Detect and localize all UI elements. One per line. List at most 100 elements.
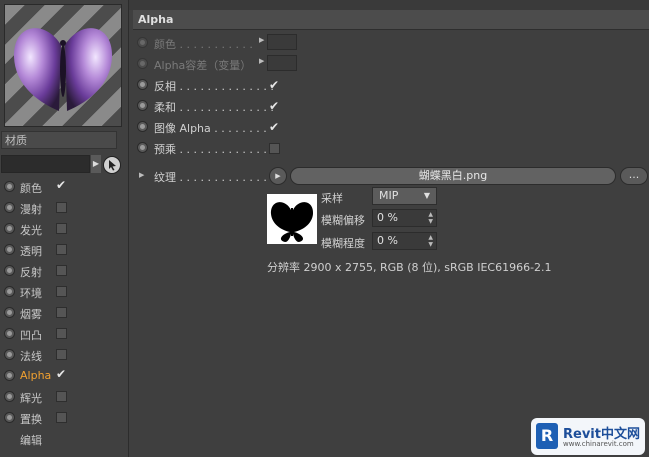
- image-alpha-checkbox[interactable]: ✔: [269, 120, 279, 134]
- picker-cursor-icon[interactable]: [103, 156, 121, 174]
- channel-item-editor[interactable]: 编辑: [0, 429, 128, 450]
- channel-radio[interactable]: [4, 181, 15, 192]
- channel-item-diffusion[interactable]: 漫射: [0, 198, 128, 219]
- soft-row: 柔和 . . . . . . . . . . . . . . ✔: [129, 96, 649, 116]
- panel-top-bar: [129, 0, 649, 10]
- tolerance-label: Alpha容差（变量）: [154, 59, 252, 72]
- channel-checkbox[interactable]: [56, 265, 67, 276]
- channel-checkbox[interactable]: [56, 202, 67, 213]
- material-preview[interactable]: [4, 4, 122, 127]
- channel-radio[interactable]: [4, 328, 15, 339]
- section-title: Alpha: [138, 13, 174, 26]
- channel-item-displacement[interactable]: 置换: [0, 408, 128, 429]
- blur-degree-field[interactable]: 0 % ▲ ▼: [372, 232, 437, 250]
- channel-radio[interactable]: [4, 370, 15, 381]
- soft-checkbox[interactable]: ✔: [269, 99, 279, 113]
- channel-label: 颜色: [20, 182, 42, 195]
- blur-offset-label: 模糊偏移: [321, 214, 365, 227]
- channel-radio[interactable]: [4, 307, 15, 318]
- blur-offset-value: 0 %: [377, 211, 398, 224]
- blur-degree-label: 模糊程度: [321, 237, 365, 250]
- channel-label: Alpha: [20, 369, 52, 382]
- animation-radio[interactable]: [137, 121, 148, 132]
- channel-item-reflectance[interactable]: 反射: [0, 261, 128, 282]
- material-name-field[interactable]: 材质: [1, 131, 117, 149]
- animation-radio[interactable]: [137, 58, 148, 69]
- channel-radio[interactable]: [4, 391, 15, 402]
- browse-button[interactable]: ...: [620, 167, 648, 185]
- color-label: 颜色 . . . . . . . . . . .: [154, 38, 253, 51]
- channel-item-color[interactable]: 颜色: [0, 177, 128, 198]
- channel-checkbox[interactable]: [56, 286, 67, 297]
- channel-item-luminance[interactable]: 发光: [0, 219, 128, 240]
- animation-radio[interactable]: [137, 100, 148, 111]
- image-alpha-row: 图像 Alpha . . . . . . . . ✔: [129, 117, 649, 137]
- link-arrow-icon[interactable]: ▶: [91, 155, 101, 173]
- channel-radio[interactable]: [4, 349, 15, 360]
- channel-checkbox[interactable]: [56, 349, 67, 360]
- section-header: Alpha: [133, 10, 649, 30]
- channel-radio[interactable]: [4, 412, 15, 423]
- channel-radio[interactable]: [4, 286, 15, 297]
- animation-radio[interactable]: [137, 142, 148, 153]
- animation-radio[interactable]: [137, 79, 148, 90]
- channel-list: 颜色 漫射 发光 透明 反射 环境 烟雾: [0, 177, 128, 450]
- channel-item-alpha[interactable]: Alpha: [0, 366, 128, 387]
- channel-radio[interactable]: [4, 265, 15, 276]
- spinner-icon[interactable]: ▲ ▼: [428, 211, 433, 225]
- channel-radio[interactable]: [4, 202, 15, 213]
- channel-label: 透明: [20, 245, 42, 258]
- channel-checkbox[interactable]: [56, 223, 67, 234]
- sampling-value: MIP: [379, 189, 399, 202]
- channel-item-bump[interactable]: 凹凸: [0, 324, 128, 345]
- channel-item-glow[interactable]: 辉光: [0, 387, 128, 408]
- color-swatch[interactable]: [267, 34, 297, 50]
- channel-label: 反射: [20, 266, 42, 279]
- channel-label: 辉光: [20, 392, 42, 405]
- expand-arrow-icon[interactable]: ▶: [259, 57, 264, 65]
- channel-checkbox[interactable]: [56, 178, 67, 192]
- channel-item-normal[interactable]: 法线: [0, 345, 128, 366]
- texture-label: 纹理 . . . . . . . . . . . . . . .: [154, 171, 281, 184]
- channel-label: 法线: [20, 350, 42, 363]
- channel-item-fog[interactable]: 烟雾: [0, 303, 128, 324]
- image-alpha-label: 图像 Alpha . . . . . . . .: [154, 122, 267, 135]
- watermark-logo: R Revit中文网 www.chinarevit.com: [531, 418, 645, 455]
- channel-checkbox[interactable]: [56, 391, 67, 402]
- channel-label: 凹凸: [20, 329, 42, 342]
- channel-radio[interactable]: [4, 244, 15, 255]
- expand-arrow-icon[interactable]: ▶: [259, 36, 264, 44]
- spinner-icon[interactable]: ▲ ▼: [428, 234, 433, 248]
- butterfly-sphere-image: [13, 28, 113, 112]
- channel-checkbox[interactable]: [56, 328, 67, 339]
- texture-preview: [267, 194, 317, 244]
- channel-checkbox[interactable]: [56, 307, 67, 318]
- texture-menu-button[interactable]: ▶: [269, 167, 287, 185]
- premultiply-label: 预乘 . . . . . . . . . . . . . .: [154, 143, 274, 156]
- expand-triangle-icon[interactable]: ▶: [139, 171, 144, 179]
- blur-offset-field[interactable]: 0 % ▲ ▼: [372, 209, 437, 227]
- channel-checkbox[interactable]: [56, 244, 67, 255]
- channel-label: 烟雾: [20, 308, 42, 321]
- sampling-label: 采样: [321, 192, 343, 205]
- premultiply-checkbox[interactable]: [269, 143, 280, 154]
- invert-label: 反相 . . . . . . . . . . . . . .: [154, 80, 274, 93]
- channel-item-environment[interactable]: 环境: [0, 282, 128, 303]
- channel-item-transparency[interactable]: 透明: [0, 240, 128, 261]
- invert-checkbox[interactable]: ✔: [269, 78, 279, 92]
- channel-checkbox[interactable]: [56, 367, 67, 381]
- color-row: 颜色 . . . . . . . . . . . ▶: [129, 33, 649, 53]
- resolution-info: 分辨率 2900 x 2755, RGB (8 位), sRGB IEC6196…: [267, 261, 552, 274]
- texture-file-button[interactable]: 蝴蝶黑白.png: [290, 167, 616, 185]
- tolerance-swatch[interactable]: [267, 55, 297, 71]
- soft-label: 柔和 . . . . . . . . . . . . . .: [154, 101, 274, 114]
- channel-checkbox[interactable]: [56, 412, 67, 423]
- sampling-dropdown[interactable]: MIP ▼: [372, 187, 437, 205]
- material-link-field[interactable]: [1, 155, 90, 173]
- animation-radio[interactable]: [137, 37, 148, 48]
- revit-logo-icon: R: [536, 423, 558, 449]
- channel-label: 编辑: [20, 434, 42, 447]
- chevron-down-icon: ▼: [423, 191, 430, 200]
- alpha-settings-panel: Alpha 颜色 . . . . . . . . . . . ▶ Alpha容差…: [129, 0, 649, 457]
- channel-radio[interactable]: [4, 223, 15, 234]
